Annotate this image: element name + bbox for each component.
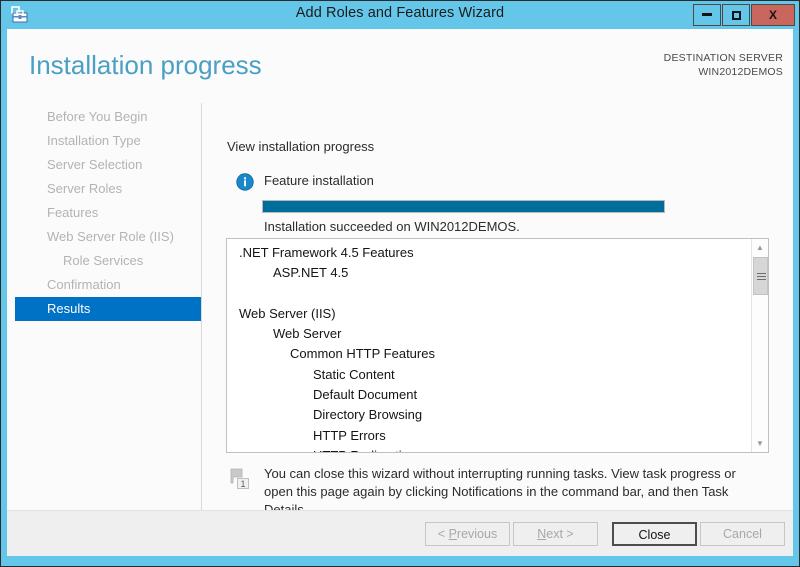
- wizard-footer: < Previous Next > Close Cancel: [7, 510, 793, 556]
- install-type-label: Feature installation: [264, 173, 374, 188]
- scrollbar-thumb[interactable]: [753, 257, 768, 295]
- wizard-window: Add Roles and Features Wizard X Installa…: [0, 0, 800, 567]
- wizard-header: Installation progress DESTINATION SERVER…: [7, 29, 793, 99]
- list-item[interactable]: HTTP Errors: [227, 426, 751, 446]
- close-window-button[interactable]: X: [751, 4, 795, 26]
- scrollbar-grip-icon: [757, 273, 766, 280]
- sidebar-item-server-roles[interactable]: Server Roles: [15, 177, 201, 201]
- minimize-icon: [702, 13, 712, 17]
- sidebar-item-role-services[interactable]: Role Services: [15, 249, 201, 273]
- previous-button[interactable]: < Previous: [425, 522, 510, 546]
- wizard-main-panel: View installation progress Feature insta…: [202, 99, 793, 525]
- list-item[interactable]: ASP.NET 4.5: [227, 263, 751, 283]
- sidebar-item-confirmation[interactable]: Confirmation: [15, 273, 201, 297]
- sidebar-item-installation-type[interactable]: Installation Type: [15, 129, 201, 153]
- maximize-button[interactable]: [722, 4, 750, 26]
- scroll-up-icon[interactable]: ▲: [752, 239, 768, 256]
- sidebar-item-features[interactable]: Features: [15, 201, 201, 225]
- installed-components-list-body: .NET Framework 4.5 Features ASP.NET 4.5 We…: [227, 239, 751, 452]
- installed-components-list[interactable]: .NET Framework 4.5 Features ASP.NET 4.5 We…: [226, 238, 769, 453]
- close-button[interactable]: Close: [612, 522, 697, 546]
- list-item[interactable]: Static Content: [227, 365, 751, 385]
- list-item[interactable]: Default Document: [227, 385, 751, 405]
- svg-text:1: 1: [240, 479, 245, 489]
- next-mnemonic: N: [537, 527, 547, 541]
- list-item[interactable]: HTTP Redirection: [227, 446, 751, 452]
- info-icon: [236, 173, 254, 191]
- cancel-button[interactable]: Cancel: [700, 522, 785, 546]
- sidebar-item-results[interactable]: Results: [15, 297, 201, 321]
- list-item[interactable]: Web Server: [227, 324, 751, 344]
- destination-server-label: DESTINATION SERVER: [663, 52, 783, 64]
- destination-server-block: DESTINATION SERVER WIN2012DEMOS: [664, 51, 783, 79]
- list-item[interactable]: .NET Framework 4.5 Features: [227, 243, 751, 263]
- section-heading: View installation progress: [227, 139, 375, 154]
- page-title: Installation progress: [29, 50, 262, 80]
- scroll-down-icon[interactable]: ▼: [752, 435, 768, 452]
- installation-progress-bar: [262, 200, 665, 213]
- list-item[interactable]: Common HTTP Features: [227, 344, 751, 364]
- destination-server-name: WIN2012DEMOS: [698, 66, 783, 78]
- wizard-step-nav: Before You Begin Installation Type Server …: [7, 99, 201, 509]
- title-bar: Add Roles and Features Wizard X: [1, 1, 799, 29]
- list-item[interactable]: Directory Browsing: [227, 405, 751, 425]
- next-button[interactable]: Next >: [513, 522, 598, 546]
- minimize-button[interactable]: [693, 4, 721, 26]
- maximize-icon: [731, 10, 741, 20]
- progress-bar-fill: [263, 201, 664, 212]
- window-title: Add Roles and Features Wizard: [295, 5, 505, 21]
- sidebar-item-web-server-role-iis[interactable]: Web Server Role (IIS): [15, 225, 201, 249]
- notification-flag-icon: 1: [228, 467, 252, 491]
- previous-mnemonic: P: [448, 527, 457, 541]
- progress-status-text: Installation succeeded on WIN2012DEMOS.: [264, 219, 520, 234]
- sidebar-item-before-you-begin[interactable]: Before You Begin: [15, 105, 201, 129]
- list-scrollbar[interactable]: ▲ ▼: [751, 239, 768, 452]
- sidebar-item-server-selection[interactable]: Server Selection: [15, 153, 201, 177]
- wizard-client-area: Installation progress DESTINATION SERVER…: [7, 29, 793, 556]
- list-item[interactable]: Web Server (IIS): [227, 304, 751, 324]
